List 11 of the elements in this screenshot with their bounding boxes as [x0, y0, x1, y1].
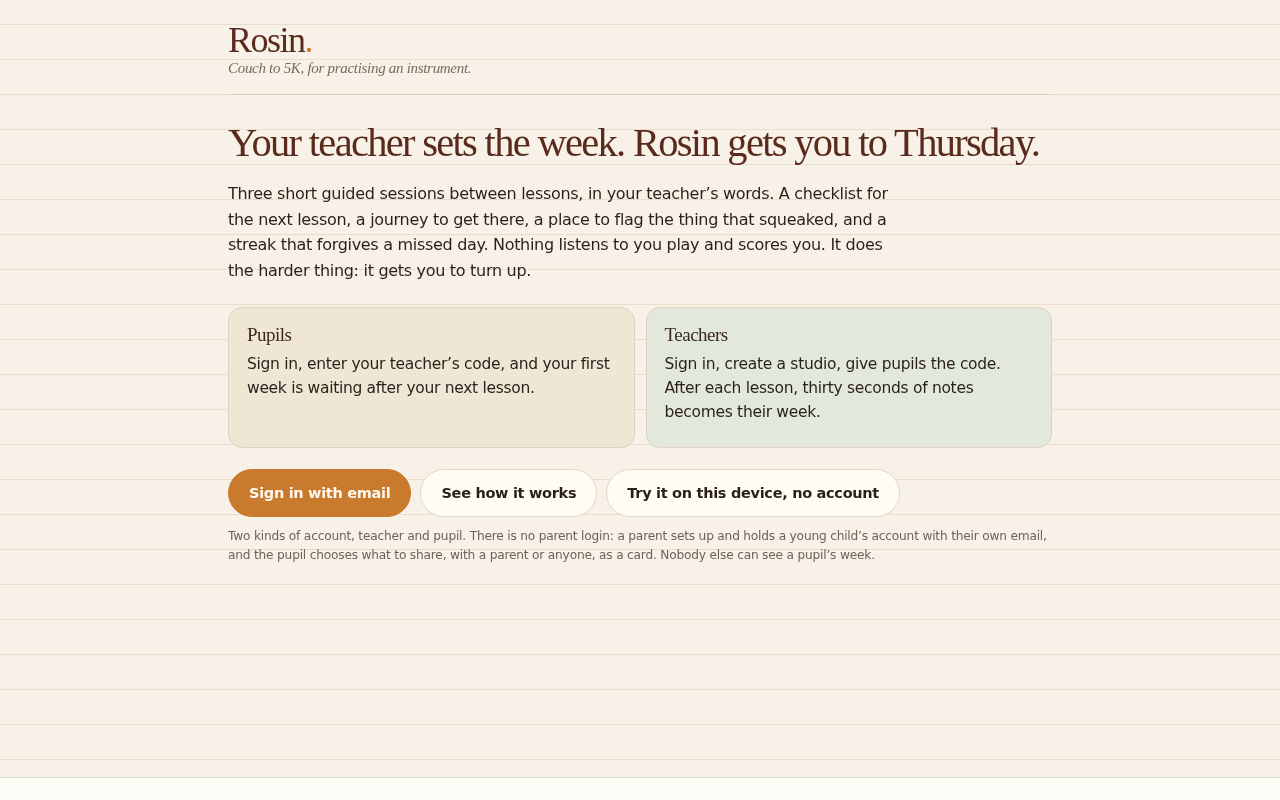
headline: Your teacher sets the week. Rosin gets you to Thursday. [228, 119, 1040, 167]
card-text: Sign in, enter your teacher’s code, and your first week is waiting after your next lesson. [247, 354, 611, 399]
card-title: Teachers [664, 324, 729, 346]
action-button[interactable]: See how it works [420, 469, 598, 517]
card-text: Sign in, create a studio, give pupils the code. After each lesson, thirty seconds of notes becomes their week. [664, 354, 1002, 423]
tagline: Couch to 5K, for practising an instrument. [228, 60, 473, 77]
logo: Rosin. [228, 20, 314, 60]
action-button[interactable]: Try it on this device, no account [606, 469, 900, 517]
card-title: Pupils [247, 324, 293, 346]
intro-paragraph: Three short guided sessions between lessons, in your teacher’s words. A checklist for the next lesson, a journey to get there, a place to flag the thing that squeaked, and a streak that forgives a missed day. Nothing listens to you play and scores you. It does the harder thing: it gets you to turn up. [228, 183, 888, 282]
account-note: Two kinds of account, teacher and pupil. There is no parent login: a parent sets up and holds a young child’s account with their own email, and the pupil chooses what to share, with a parent or anyone, as a card. Nobody else can see a pupil’s week. [228, 528, 1048, 564]
